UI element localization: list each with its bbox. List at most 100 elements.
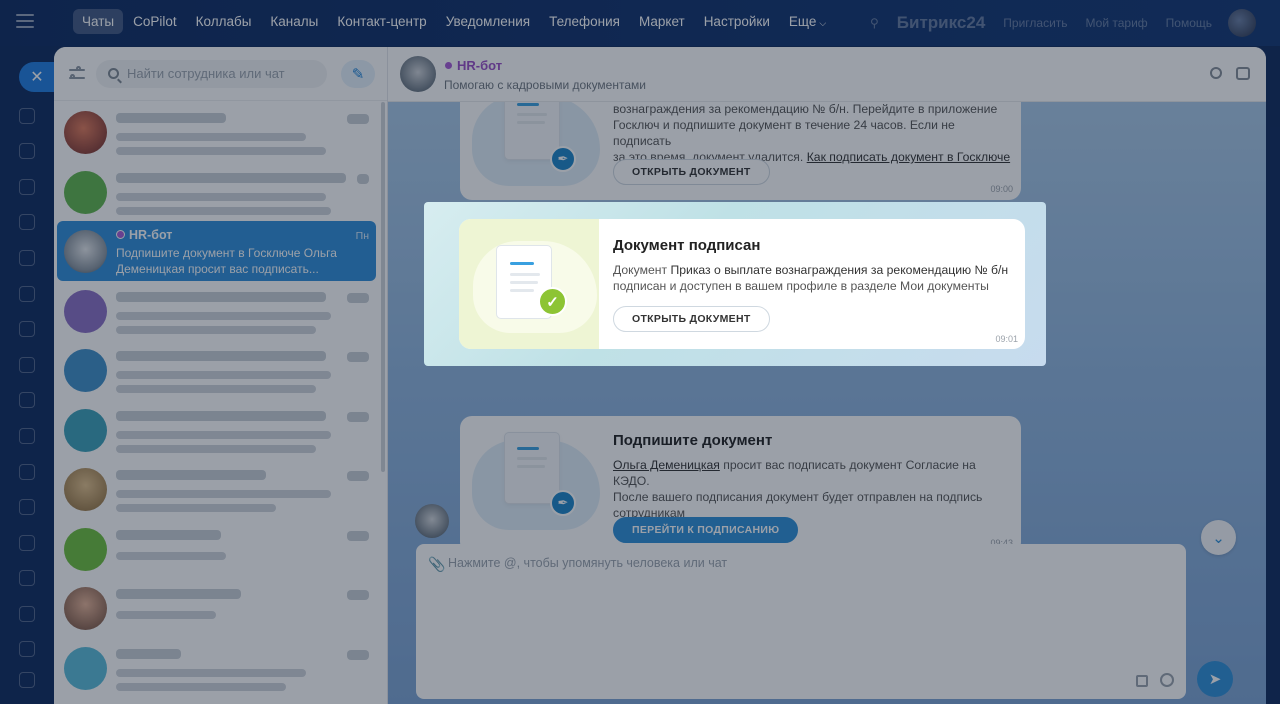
- close-button[interactable]: ✕: [19, 62, 55, 92]
- card-title: Документ подписан: [613, 237, 761, 254]
- preview-line: [116, 668, 306, 677]
- search-icon[interactable]: ⚲: [870, 16, 879, 30]
- cart-icon[interactable]: [19, 606, 35, 622]
- feed-icon[interactable]: [19, 179, 35, 195]
- highlight-frame: ✓ Документ подписан Документ Приказ о вы…: [424, 202, 1046, 366]
- chat-title[interactable]: HR-бот: [444, 58, 502, 73]
- nav-item-notifications[interactable]: Уведомления: [437, 9, 539, 34]
- chat-area: HR-бот Помогаю с кадровыми документами ✒…: [388, 47, 1266, 704]
- preview-line: [116, 147, 326, 155]
- avatar: [64, 111, 107, 154]
- new-chat-button[interactable]: ✎: [341, 59, 375, 88]
- chat-name: [116, 113, 226, 123]
- message-card-sign: ✒ Подпишите документ Ольга Деменицкая пр…: [460, 416, 1021, 554]
- help-link[interactable]: Помощь: [1166, 16, 1212, 30]
- sidebar-header: Найти сотрудника или чат ✎: [54, 47, 387, 101]
- nav-item-collabs[interactable]: Коллабы: [187, 9, 261, 34]
- brand-logo: Битрикс24: [896, 13, 986, 32]
- funnel-icon[interactable]: [19, 570, 35, 586]
- nav-item-contact-center[interactable]: Контакт-центр: [328, 9, 435, 34]
- preview-line: [116, 430, 331, 439]
- smile-icon[interactable]: [1160, 673, 1174, 687]
- card-text-part: просит вас подписать документ: [723, 458, 903, 472]
- list-item[interactable]: [54, 578, 379, 638]
- docs-icon[interactable]: [19, 286, 35, 302]
- bot-avatar[interactable]: [400, 56, 436, 92]
- search-placeholder: Найти сотрудника или чат: [127, 66, 285, 81]
- settings-icon[interactable]: [19, 428, 35, 444]
- card-illustration: ✒: [472, 430, 602, 540]
- preview-line: [116, 490, 331, 498]
- crm-icon[interactable]: [19, 250, 35, 266]
- go-to-signing-button[interactable]: ПЕРЕЙТИ К ПОДПИСАНИЮ: [613, 517, 799, 543]
- nav-item-channels[interactable]: Каналы: [261, 9, 327, 34]
- chat-time: [347, 590, 369, 600]
- list-icon[interactable]: [19, 499, 35, 515]
- sidebar-scrollbar[interactable]: [381, 102, 385, 472]
- chat-icon[interactable]: [19, 108, 35, 124]
- list-item[interactable]: [54, 638, 379, 698]
- message-composer[interactable]: 📎 Нажмите @, чтобы упомянуть человека ил…: [416, 544, 1186, 699]
- drive-icon[interactable]: [19, 321, 35, 337]
- globe-icon[interactable]: [19, 464, 35, 480]
- chat-name-text: HR-бот: [129, 228, 173, 242]
- nav-item-market[interactable]: Маркет: [630, 9, 694, 34]
- chat-name: [116, 410, 326, 421]
- top-nav-items: Чаты CoPilot Коллабы Каналы Контакт-цент…: [73, 9, 836, 34]
- author-link[interactable]: Ольга Деменицкая: [613, 458, 720, 472]
- scroll-down-button[interactable]: ⌄: [1201, 520, 1236, 555]
- gear-icon[interactable]: [19, 672, 35, 688]
- list-item[interactable]: [54, 102, 379, 162]
- pen-icon: ✒: [550, 146, 576, 172]
- calendar-icon[interactable]: [19, 214, 35, 230]
- list-item[interactable]: [54, 519, 379, 579]
- apps-icon[interactable]: [1136, 675, 1148, 687]
- mail-icon[interactable]: [19, 357, 35, 373]
- search-input[interactable]: Найти сотрудника или чат: [96, 59, 327, 88]
- card-text-suffix: подписан и доступен в вашем профиле в ра…: [613, 279, 989, 293]
- search-icon[interactable]: [1210, 67, 1222, 79]
- paperclip-icon[interactable]: 📎: [428, 556, 445, 573]
- open-document-button[interactable]: ОТКРЫТЬ ДОКУМЕНТ: [613, 306, 770, 332]
- list-item[interactable]: [54, 340, 379, 400]
- card-text-prefix: Документ: [613, 263, 668, 277]
- top-navigation: Чаты CoPilot Коллабы Каналы Контакт-цент…: [0, 0, 1280, 46]
- list-item[interactable]: [54, 281, 379, 341]
- tasks-icon[interactable]: [19, 143, 35, 159]
- list-item[interactable]: [54, 400, 379, 460]
- preview-line: [116, 444, 316, 453]
- nav-item-settings[interactable]: Настройки: [695, 9, 779, 34]
- menu-icon[interactable]: [16, 14, 34, 28]
- nav-more-label: Еще: [788, 14, 817, 29]
- card-text: Ольга Деменицкая просит вас подписать до…: [613, 457, 1013, 521]
- gosklyuch-help-link[interactable]: Как подписать документ в Госключе: [807, 150, 1010, 164]
- avatar: [64, 468, 107, 511]
- send-button[interactable]: ➤: [1197, 661, 1233, 697]
- arrow-icon[interactable]: [19, 641, 35, 657]
- list-item[interactable]: [54, 162, 379, 222]
- user-avatar[interactable]: [1228, 9, 1256, 37]
- invite-link[interactable]: Пригласить: [1003, 16, 1067, 30]
- groups-icon[interactable]: [19, 392, 35, 408]
- sidebar-toggle-icon[interactable]: [1236, 67, 1250, 80]
- preview-line: [116, 325, 316, 334]
- nav-item-more[interactable]: Еще ⌵: [780, 9, 835, 34]
- card-illustration: ✒: [472, 102, 602, 196]
- nav-item-chats[interactable]: Чаты: [73, 9, 124, 34]
- checklist-icon[interactable]: [19, 535, 35, 551]
- chat-name: [116, 351, 326, 361]
- nav-item-telephony[interactable]: Телефония: [540, 9, 629, 34]
- chat-name: [116, 172, 346, 183]
- chat-time: [347, 649, 369, 660]
- checkmark-icon: ✓: [538, 287, 567, 316]
- open-document-button[interactable]: ОТКРЫТЬ ДОКУМЕНТ: [613, 159, 770, 185]
- list-item[interactable]: [54, 459, 379, 519]
- chat-time: Пн: [355, 230, 369, 242]
- chat-time: [347, 292, 369, 303]
- card-text-line: После вашего подписания документ будет о…: [613, 490, 983, 504]
- filter-icon[interactable]: [66, 63, 88, 85]
- tariff-link[interactable]: Мой тариф: [1086, 16, 1148, 30]
- nav-item-copilot[interactable]: CoPilot: [124, 9, 186, 34]
- list-item-hr-bot[interactable]: HR-бот Пн Подпишите документ в Госключе …: [57, 221, 376, 281]
- chevron-down-icon: ⌄: [1212, 529, 1225, 547]
